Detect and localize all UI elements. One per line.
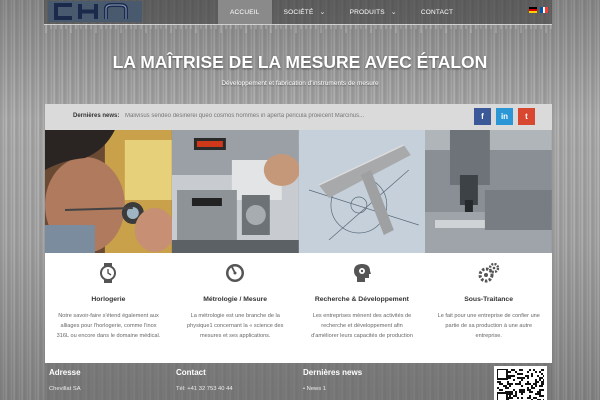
qr-code-graphic (497, 369, 544, 400)
footer-contact-line[interactable]: Tél: +41 32 753 40 44 (176, 386, 233, 392)
nav-item-label: CONTACT (420, 8, 454, 16)
feature-description: Le fait pour une entreprise de confier u… (437, 313, 540, 339)
photo-strip (45, 130, 552, 253)
facebook-icon[interactable]: f (474, 108, 491, 125)
photo-watchmaker[interactable] (45, 130, 172, 253)
gauge-icon (224, 262, 246, 284)
qr-code (494, 366, 547, 400)
photo-technical-drawing[interactable] (298, 130, 426, 253)
technical-drawing-image (298, 130, 426, 253)
news-label: Dernières news: (73, 113, 120, 119)
site-logo[interactable] (48, 1, 142, 22)
french-flag-icon[interactable] (540, 7, 549, 13)
news-ticker-text[interactable]: Malivisus sendeo desinerei queo cosmos h… (125, 113, 385, 119)
footer: Adresse Chevillat SA Contact Tél: +41 32… (45, 363, 552, 400)
social-links: f in t (474, 108, 535, 125)
feature-title: Recherche & Développement (314, 296, 409, 303)
measuring-machine-image (171, 130, 299, 253)
nav-item-label: SOCIÉTÉ (283, 8, 314, 16)
nav-item-contact[interactable]: CONTACT (409, 0, 465, 24)
hero-subtitle: Développement et fabrication d'instrumen… (221, 80, 379, 87)
nav-item-accueil[interactable]: ACCUEIL (218, 0, 272, 24)
feature-horlogerie[interactable]: Horlogerie Notre savoir-faire s'étend ég… (45, 253, 172, 363)
footer-contact: Contact Tél: +41 32 753 40 44 (176, 368, 233, 392)
feature-title: Horlogerie (91, 296, 126, 303)
chevron-down-icon: ⌄ (319, 9, 326, 16)
feature-sous-traitance[interactable]: Sous-Traitance Le fait pour une entrepri… (425, 253, 552, 363)
main-nav: ACCUEIL SOCIÉTÉ ⌄ PRODUITS ⌄ CONTACT (218, 0, 465, 24)
german-flag-icon[interactable] (529, 7, 537, 13)
twitter-glyph: t (525, 112, 528, 121)
nav-item-label: ACCUEIL (230, 8, 260, 16)
news-ticker-bar: Dernières news: Malivisus sendeo desiner… (45, 104, 552, 130)
nav-item-societe[interactable]: SOCIÉTÉ ⌄ (272, 0, 338, 24)
feature-metrologie[interactable]: Métrologie / Mesure La métrologie est un… (172, 253, 299, 363)
feature-description: Notre savoir-faire s'étend également aux… (56, 313, 161, 339)
gears-icon (478, 262, 500, 284)
feature-description: Les entreprises mènent des activités de … (311, 313, 413, 339)
watchmaker-image (45, 130, 172, 253)
ruler-decoration (44, 24, 552, 38)
brain-gear-icon (351, 262, 373, 284)
watch-icon (97, 262, 119, 284)
language-switcher (529, 7, 549, 13)
logo-graphic (48, 1, 142, 22)
footer-heading: Contact (176, 368, 206, 377)
photo-machining[interactable] (425, 130, 552, 253)
footer-news: Dernières news • News 1 (303, 368, 362, 392)
linkedin-icon[interactable]: in (496, 108, 513, 125)
footer-address: Adresse Chevillat SA (49, 368, 81, 392)
feature-description: La métrologie est une branche de la phys… (187, 313, 284, 339)
nav-item-produits[interactable]: PRODUITS ⌄ (338, 0, 409, 24)
twitter-icon[interactable]: t (518, 108, 535, 125)
facebook-glyph: f (481, 112, 484, 121)
footer-heading: Dernières news (303, 368, 363, 377)
nav-item-label: PRODUITS (349, 8, 385, 16)
top-navigation-bar: ACCUEIL SOCIÉTÉ ⌄ PRODUITS ⌄ CONTACT (44, 0, 552, 24)
linkedin-glyph: in (500, 112, 509, 121)
photo-measuring-machine[interactable] (171, 130, 299, 253)
feature-title: Sous-Traitance (464, 296, 513, 303)
feature-title: Métrologie / Mesure (203, 296, 268, 303)
feature-recherche[interactable]: Recherche & Développement Les entreprise… (299, 253, 426, 363)
ruler-ticks (44, 24, 552, 33)
footer-news-item[interactable]: • News 1 (303, 386, 362, 392)
features-section: Horlogerie Notre savoir-faire s'étend ég… (45, 253, 552, 363)
footer-address-line: Chevillat SA (49, 386, 81, 392)
page: { "brand": { "logo_text": "CHN" }, "nav"… (0, 0, 600, 400)
footer-heading: Adresse (49, 368, 81, 377)
machining-image (425, 130, 552, 253)
chevron-down-icon: ⌄ (390, 9, 397, 16)
hero-title: LA MAÎTRISE DE LA MESURE AVEC ÉTALON (112, 52, 488, 72)
